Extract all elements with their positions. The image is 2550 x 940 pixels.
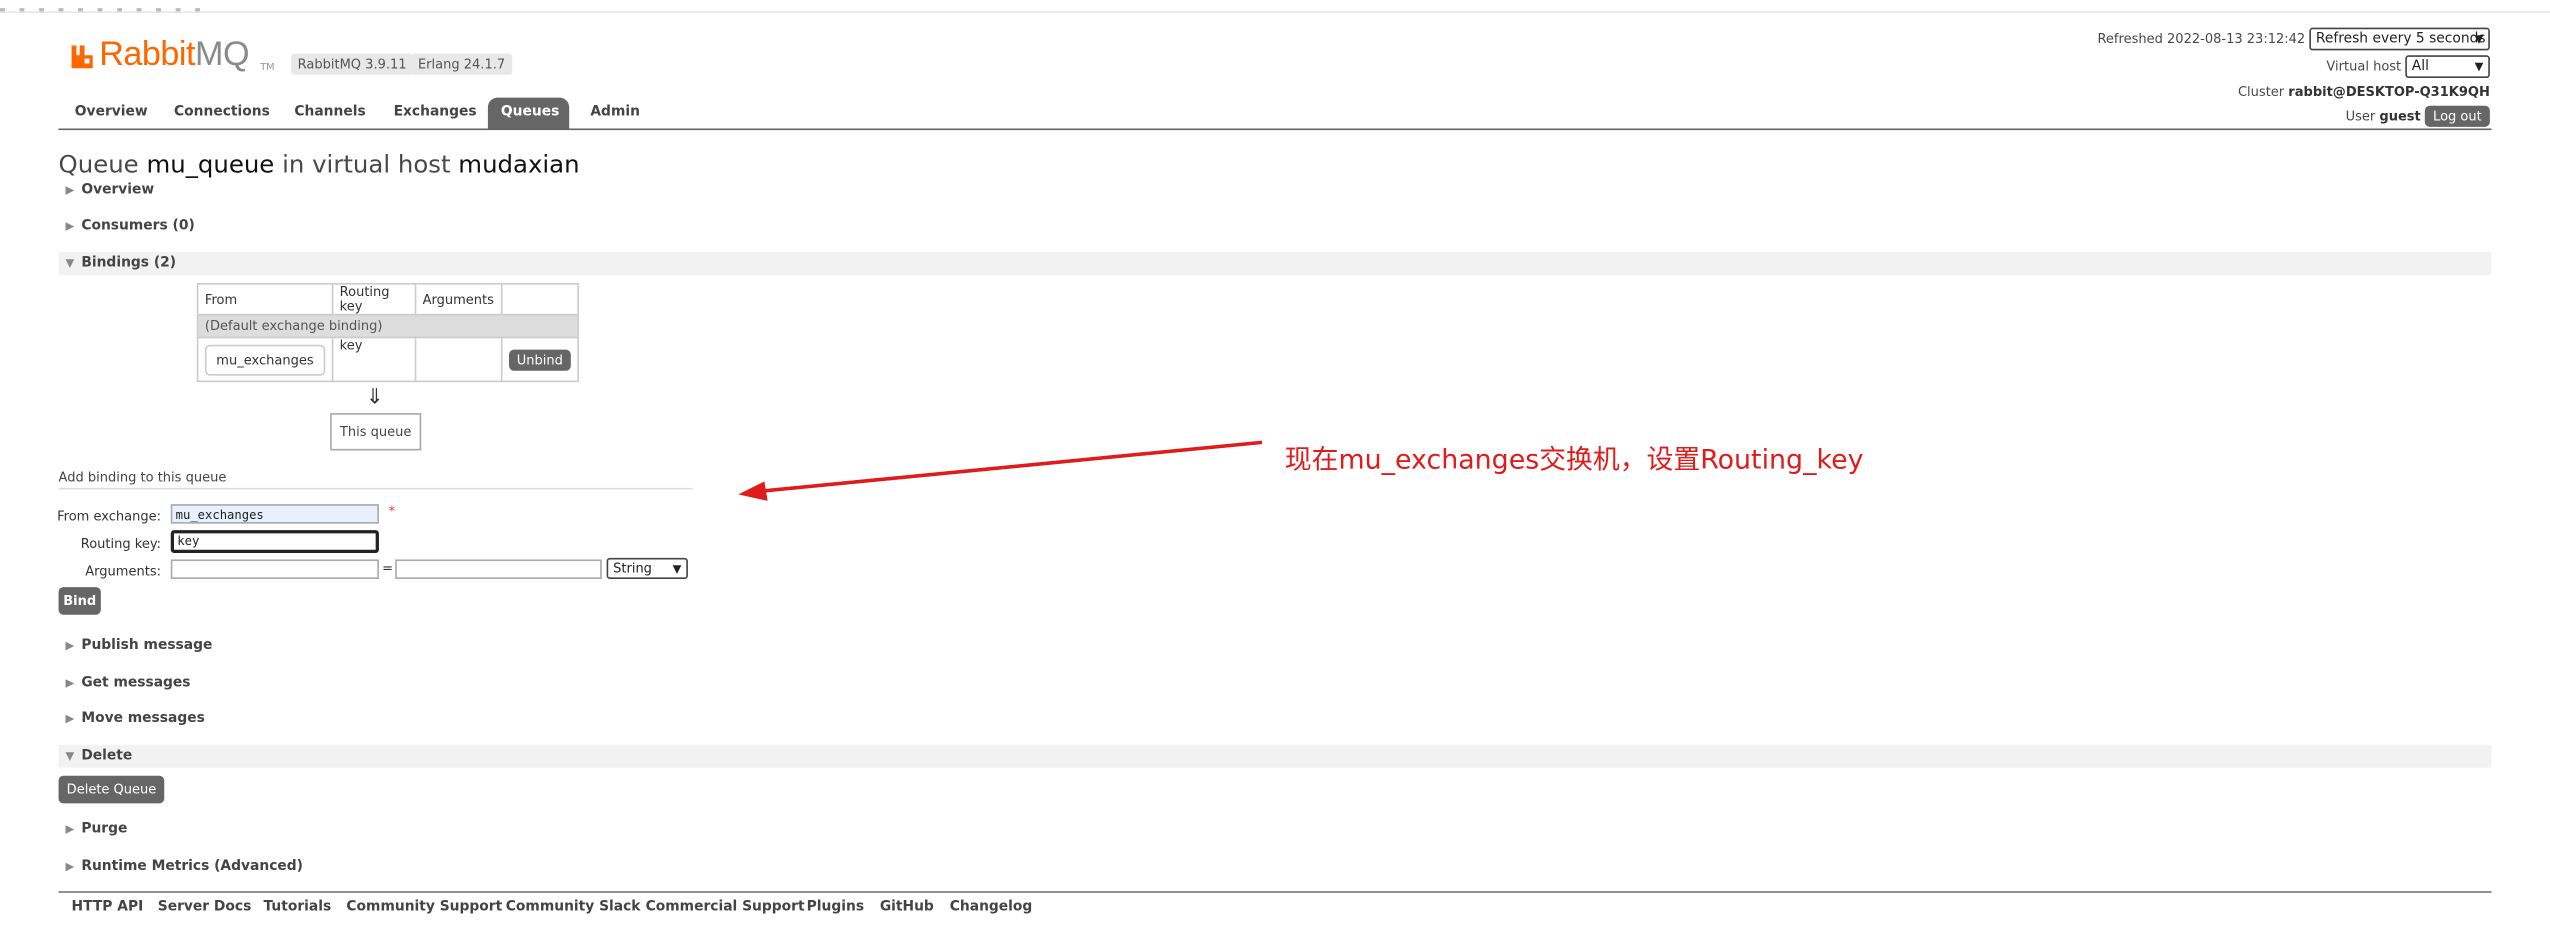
annotation-note: 现在mu_exchanges交换机，设置Routing_key <box>1284 443 1864 475</box>
annotation-arrow-icon <box>738 440 1263 501</box>
rabbitmq-management-page: RabbitMQ TM RabbitMQ 3.9.11 Erlang 24.1.… <box>0 0 2550 940</box>
